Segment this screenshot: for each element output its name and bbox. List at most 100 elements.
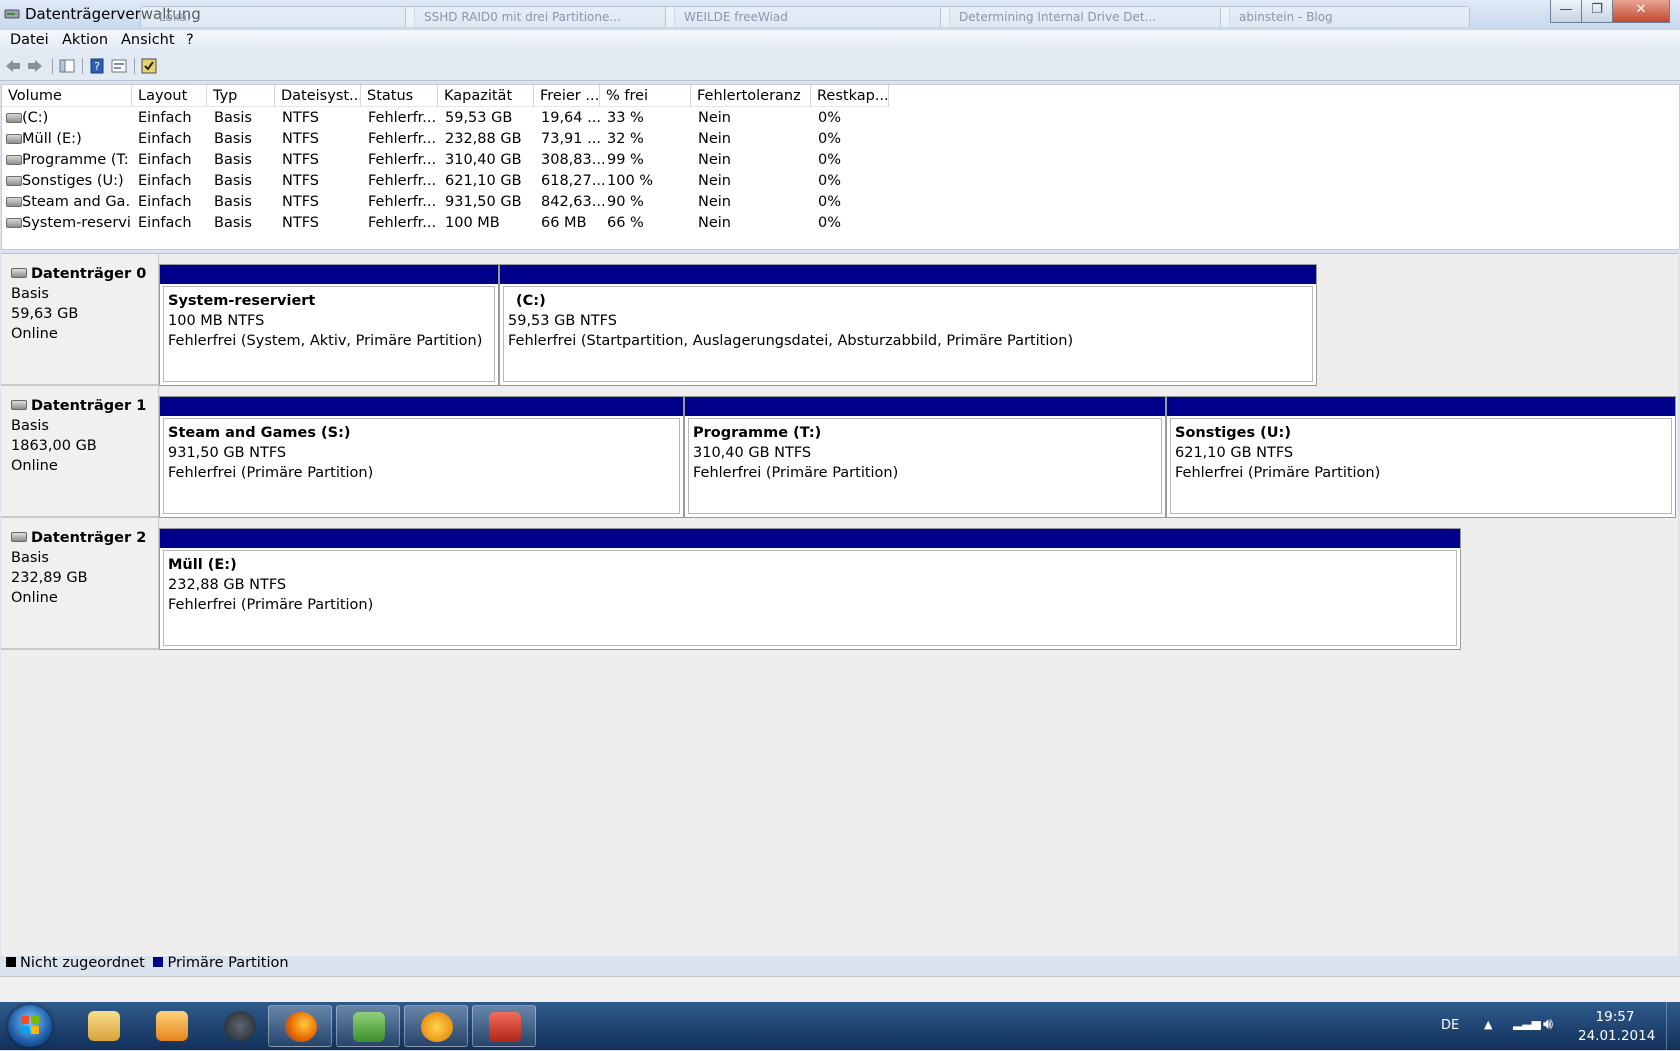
column-header-fehlertoleranz[interactable]: Fehlertoleranz — [691, 85, 811, 107]
cell-fs: NTFS — [282, 215, 319, 231]
disk-2-info[interactable]: Datenträger 2 Basis 232,89 GB Online — [1, 518, 159, 650]
cell-fehlertoleranz: Nein — [698, 194, 731, 210]
taskbar-firefox[interactable] — [268, 1005, 332, 1047]
properties-icon[interactable] — [110, 57, 128, 75]
partition-s[interactable]: Steam and Games (S:) 931,50 GB NTFS Fehl… — [159, 396, 684, 518]
unallocated-swatch — [6, 957, 16, 967]
cell-fehlertoleranz: Nein — [698, 131, 731, 147]
taskbar-disk-tool[interactable] — [336, 1005, 400, 1047]
table-row[interactable]: (C:) Einfach Basis NTFS Fehlerfr... 59,53 GB 1… — [2, 108, 902, 129]
partition-size: 59,53 GB NTFS — [508, 313, 617, 329]
column-header-kapazitaet[interactable]: Kapazität — [438, 85, 534, 107]
background-tab-2[interactable]: SSHD RAID0 mit drei Partitione... — [405, 6, 675, 27]
cell-prozent: 32 % — [607, 131, 644, 147]
cell-restkap: 0% — [818, 152, 842, 168]
partition-c[interactable]: (C:) 59,53 GB NTFS Fehlerfrei (Startpart… — [499, 264, 1317, 386]
column-header-freier[interactable]: Freier ... — [534, 85, 600, 107]
tray-expand-icon[interactable]: ▲ — [1484, 1018, 1492, 1031]
disk-size: 232,89 GB — [11, 570, 88, 586]
volume-icon[interactable]: 🔊︎ — [1543, 1014, 1553, 1034]
cell-restkap: 0% — [818, 194, 842, 210]
clock-date: 24.01.2014 — [1578, 1028, 1656, 1044]
background-tab-3[interactable]: WEILDE freeWiad — [665, 6, 950, 27]
close-button[interactable]: ✕ — [1612, 0, 1670, 23]
cell-fs: NTFS — [282, 194, 319, 210]
table-row[interactable]: Müll (E:) Einfach Basis NTFS Fehlerfr... 232,… — [2, 129, 902, 150]
minimize-button[interactable]: — — [1550, 0, 1582, 23]
cell-typ: Basis — [214, 131, 252, 147]
cell-typ: Basis — [214, 215, 252, 231]
network-icon[interactable]: ▂▃▅ — [1513, 1016, 1541, 1030]
forward-arrow-icon[interactable] — [26, 57, 44, 75]
legend: Nicht zugeordnet Primäre Partition — [6, 955, 289, 975]
help-icon[interactable]: ? — [88, 57, 106, 75]
back-arrow-icon[interactable] — [4, 57, 22, 75]
partition-name: Sonstiges (U:) — [1175, 425, 1291, 441]
info-tool-icon — [421, 1012, 453, 1042]
background-tab-1[interactable]: Lokal — [140, 6, 415, 27]
disk-state: Online — [11, 326, 58, 342]
minimize-icon: — — [1559, 2, 1573, 17]
volume-list: Volume Layout Typ Dateisyst... Status Ka… — [1, 84, 1680, 250]
taskbar-info-tool[interactable] — [404, 1005, 468, 1047]
partition-name: (C:) — [516, 293, 546, 309]
disk-1-info[interactable]: Datenträger 1 Basis 1863,00 GB Online — [1, 386, 159, 518]
table-row[interactable]: Programme (T:) Einfach Basis NTFS Fehlerfr..… — [2, 150, 902, 171]
column-header-status[interactable]: Status — [361, 85, 438, 107]
disk-name: Datenträger 0 — [31, 266, 147, 282]
partition-system-reserved[interactable]: System-reserviert 100 MB NTFS Fehlerfrei… — [159, 264, 499, 386]
column-header-typ[interactable]: Typ — [207, 85, 275, 107]
cell-typ: Basis — [214, 173, 252, 189]
disk-state: Online — [11, 590, 58, 606]
taskbar-computer-management[interactable] — [472, 1005, 536, 1047]
table-row[interactable]: System-reservi... Einfach Basis NTFS Fehlerf… — [2, 213, 902, 234]
cell-restkap: 0% — [818, 215, 842, 231]
table-row[interactable]: Sonstiges (U:) Einfach Basis NTFS Fehlerfr..… — [2, 171, 902, 192]
partition-e[interactable]: Müll (E:) 232,88 GB NTFS Fehlerfrei (Pri… — [159, 528, 1461, 650]
cell-frei: 19,64 ... — [541, 110, 601, 126]
check-icon[interactable] — [140, 57, 158, 75]
taskbar-explorer[interactable] — [72, 1005, 136, 1047]
taskbar-media-player[interactable] — [140, 1005, 204, 1047]
menu-datei[interactable]: Datei — [10, 32, 49, 48]
start-button[interactable] — [8, 1005, 52, 1047]
restore-icon: ❐ — [1591, 2, 1603, 17]
cell-restkap: 0% — [818, 173, 842, 189]
column-header-prozent-frei[interactable]: % frei — [600, 85, 691, 107]
disk-graphical-pane: Datenträger 0 Basis 59,63 GB Online Syst… — [1, 253, 1678, 956]
partition-status: Fehlerfrei (Primäre Partition) — [168, 465, 374, 481]
cell-layout: Einfach — [138, 215, 192, 231]
toolbar-separator — [82, 58, 83, 74]
show-desktop-button[interactable] — [1666, 1002, 1680, 1050]
cell-prozent: 100 % — [607, 173, 654, 189]
partition-size: 100 MB NTFS — [168, 313, 265, 329]
cell-fehlertoleranz: Nein — [698, 110, 731, 126]
maximize-button[interactable]: ❐ — [1581, 0, 1613, 23]
clock[interactable]: 19:57 24.01.2014 — [1578, 1008, 1656, 1046]
column-header-dateisystem[interactable]: Dateisyst... — [275, 85, 361, 107]
drive-icon — [6, 197, 22, 207]
column-header-volume[interactable]: Volume — [2, 85, 132, 107]
cell-layout: Einfach — [138, 173, 192, 189]
column-header-layout[interactable]: Layout — [132, 85, 207, 107]
console-tree-icon[interactable] — [58, 57, 76, 75]
taskbar-steam[interactable] — [208, 1005, 272, 1047]
background-tab-5[interactable]: abinstein - Blog — [1220, 6, 1470, 27]
title-bar: Datenträgerverwaltung Lokal SSHD RAID0 m… — [0, 0, 1680, 31]
background-tab-4[interactable]: Determining Internal Drive Det... — [940, 6, 1230, 27]
cell-layout: Einfach — [138, 110, 192, 126]
column-header-restkapazitaet[interactable]: Restkap... — [811, 85, 889, 107]
table-row[interactable]: Steam and Ga... Einfach Basis NTFS Fehlerfr.… — [2, 192, 902, 213]
menu-help[interactable]: ? — [186, 32, 194, 48]
partition-u[interactable]: Sonstiges (U:) 621,10 GB NTFS Fehlerfrei… — [1166, 396, 1676, 518]
toolbar: ? — [0, 52, 1680, 81]
primary-partition-bar — [1167, 397, 1675, 416]
partition-t[interactable]: Programme (T:) 310,40 GB NTFS Fehlerfrei… — [684, 396, 1166, 518]
legend-unallocated: Nicht zugeordnet — [20, 955, 145, 971]
cell-volume: (C:) — [22, 110, 49, 126]
disk-0-info[interactable]: Datenträger 0 Basis 59,63 GB Online — [1, 254, 159, 386]
disk-management-icon — [4, 9, 20, 19]
language-indicator[interactable]: DE — [1441, 1018, 1459, 1033]
menu-ansicht[interactable]: Ansicht — [121, 32, 175, 48]
menu-aktion[interactable]: Aktion — [62, 32, 108, 48]
